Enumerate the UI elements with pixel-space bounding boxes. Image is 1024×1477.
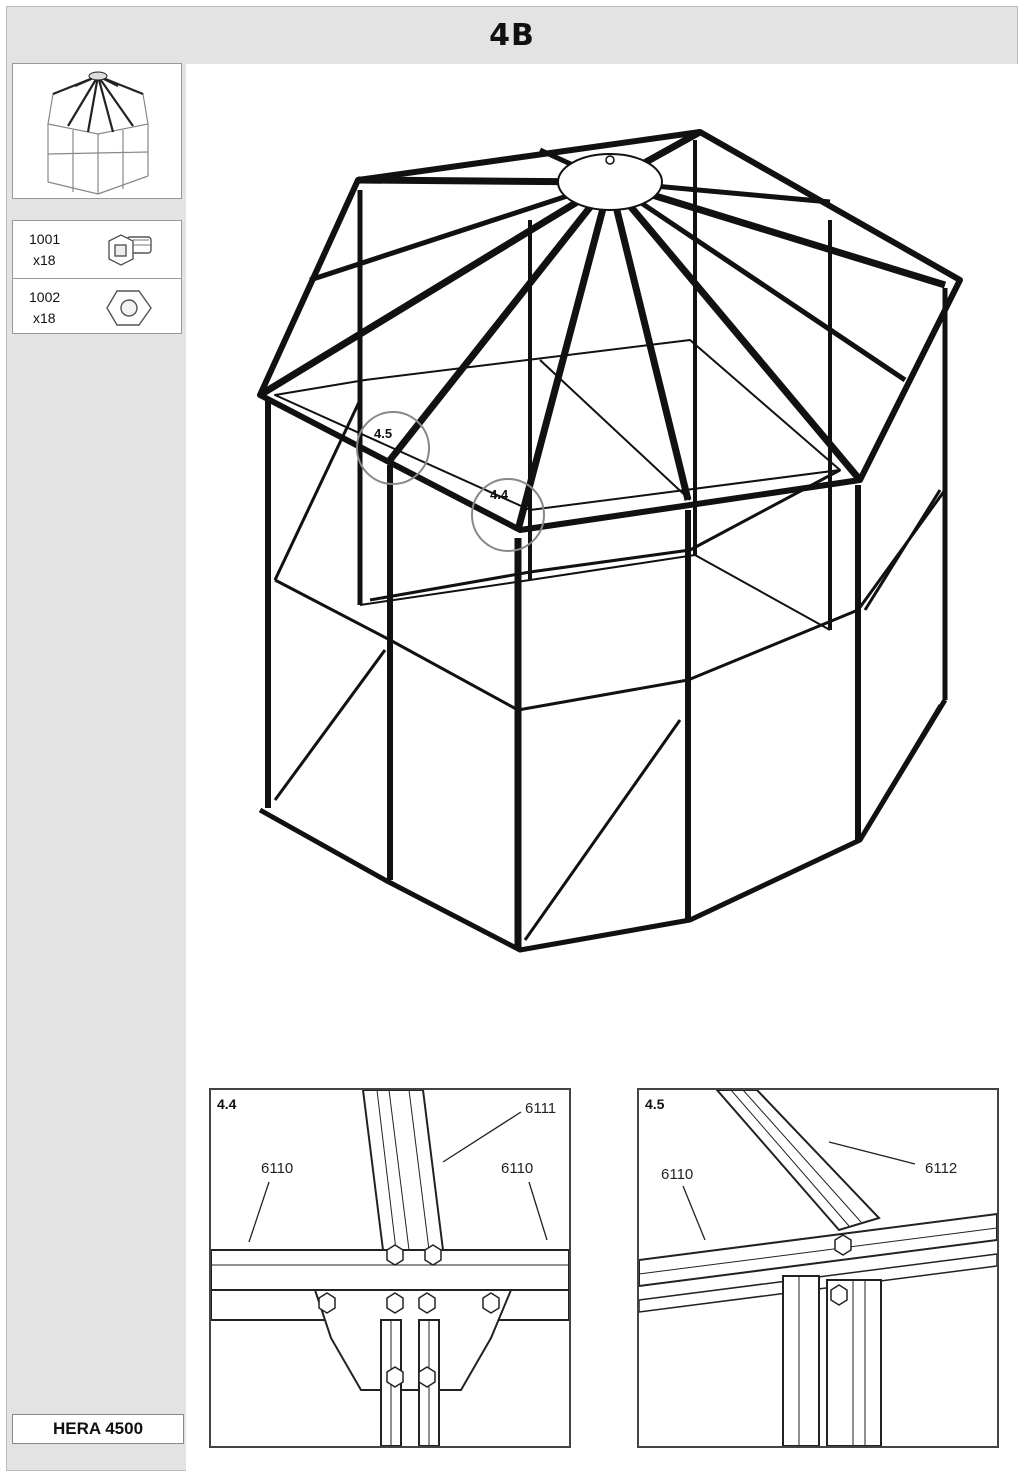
- detail-view-4-4: 4.4 6111 6110 6110: [209, 1088, 571, 1448]
- overview-thumbnail: [12, 63, 182, 199]
- part-code: 1001: [29, 231, 61, 247]
- bolt-icon: [108, 234, 152, 266]
- part-row: 1001 x18: [13, 221, 181, 278]
- part-row: 1002 x18: [13, 278, 181, 336]
- part-code: 1002: [29, 289, 61, 305]
- callout-label: 4.5: [374, 426, 392, 441]
- model-name: HERA 4500: [12, 1414, 184, 1444]
- detail-4-4-drawing: [211, 1090, 569, 1446]
- parts-list: 1001 x18 1002 x18: [12, 220, 182, 334]
- callout-label: 4.4: [490, 487, 509, 502]
- part-quantity: x18: [33, 310, 56, 326]
- greenhouse-frame-drawing: 4.5 4.4: [257, 128, 963, 953]
- greenhouse-thumbnail-icon: [47, 71, 149, 195]
- step-title: 4B: [489, 18, 535, 53]
- detail-4-5-drawing: [639, 1090, 997, 1446]
- part-quantity: x18: [33, 252, 56, 268]
- hex-nut-icon: [106, 290, 152, 326]
- detail-view-4-5: 4.5 6110 6112: [637, 1088, 999, 1448]
